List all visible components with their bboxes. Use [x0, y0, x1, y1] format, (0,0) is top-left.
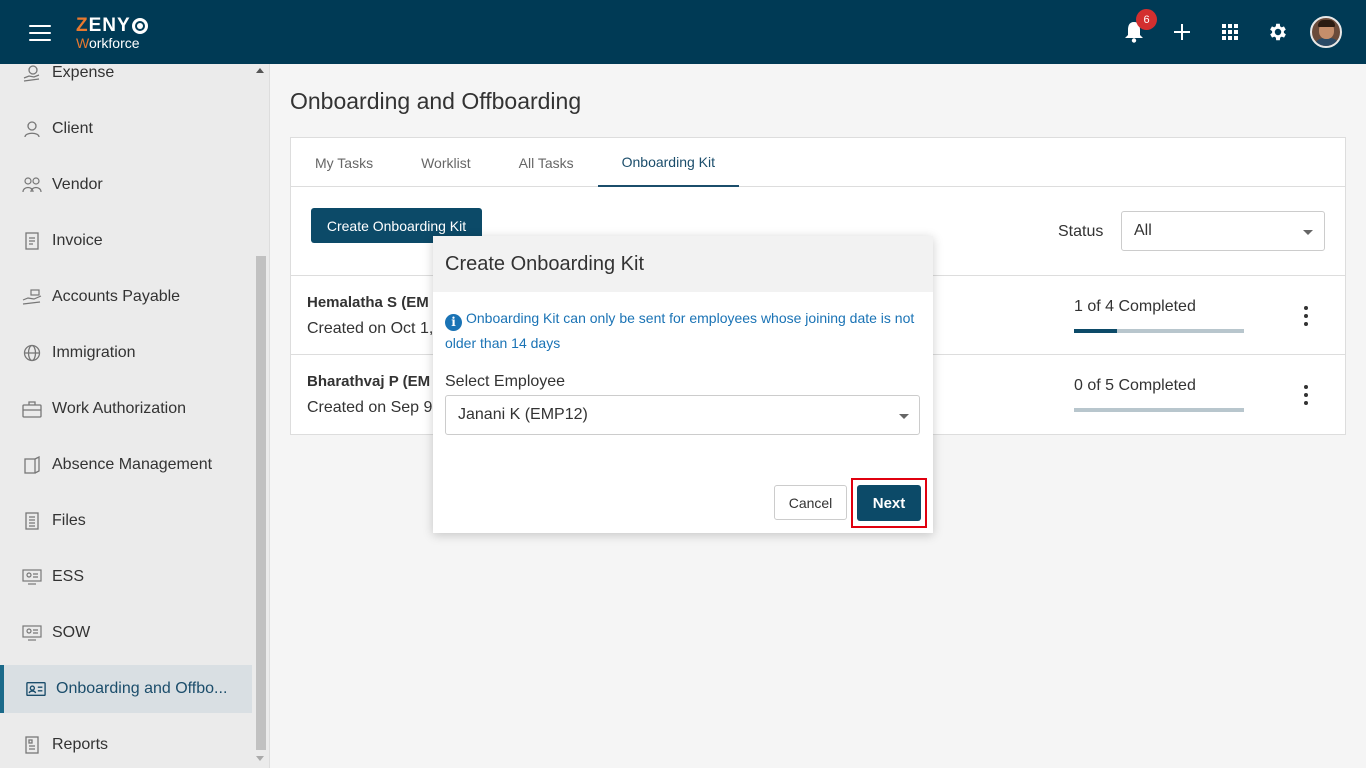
- info-icon: i: [445, 314, 462, 331]
- cancel-button[interactable]: Cancel: [774, 485, 847, 520]
- employee-select[interactable]: Janani K (EMP12): [445, 395, 920, 435]
- chevron-down-icon: [899, 414, 909, 419]
- next-button[interactable]: Next: [857, 485, 921, 521]
- info-message: i Onboarding Kit can only be sent for emp…: [445, 306, 925, 356]
- create-onboarding-kit-dialog: Create Onboarding Kit i Onboarding Kit ca…: [433, 236, 933, 533]
- dialog-title: Create Onboarding Kit: [433, 236, 933, 292]
- employee-select-value: Janani K (EMP12): [458, 406, 588, 423]
- info-text: Onboarding Kit can only be sent for empl…: [445, 310, 915, 351]
- select-employee-label: Select Employee: [445, 373, 566, 390]
